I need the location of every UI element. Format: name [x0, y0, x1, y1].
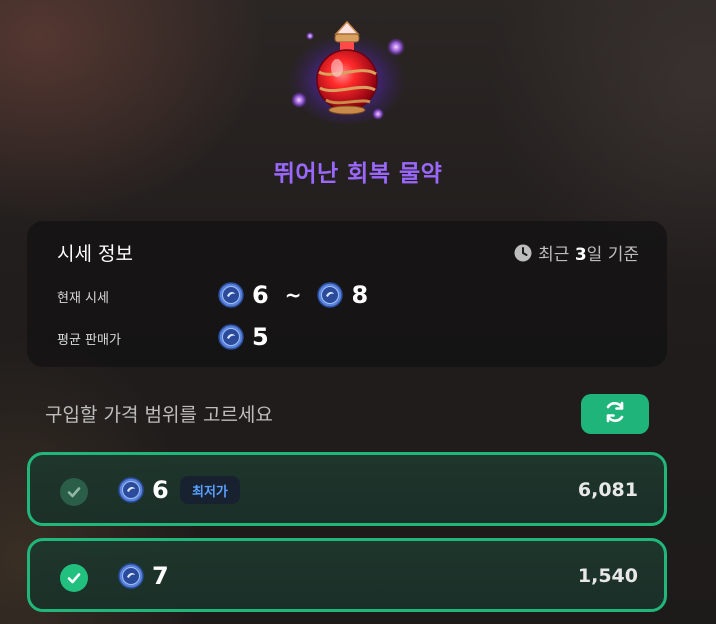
basis-suffix: 일 기준: [586, 245, 639, 265]
option-price: 7: [152, 562, 169, 590]
red-potion-icon: [282, 14, 412, 124]
option-price: 6: [152, 476, 169, 504]
refresh-button[interactable]: [581, 394, 649, 434]
option-count: 6,081: [577, 479, 638, 501]
market-info-basis: 최근 3일 기준: [514, 240, 639, 265]
avg-price-label: 평균 판매가: [57, 333, 121, 348]
item-name: 뛰어난 회복 물약: [273, 161, 443, 187]
check-icon[interactable]: [60, 478, 88, 506]
current-price-label: 현재 시세: [57, 291, 109, 306]
basis-prefix: 최근: [538, 245, 575, 265]
basis-days: 3: [574, 245, 587, 265]
price-option-6[interactable]: 6 최저가 6,081: [27, 452, 667, 526]
current-price-range: 6 ~ 8: [218, 281, 368, 309]
blue-coin-icon: [218, 324, 244, 350]
clock-icon: [514, 244, 532, 262]
blue-coin-icon: [118, 477, 144, 503]
blue-coin-icon: [218, 282, 244, 308]
avg-price-value: 5: [252, 323, 269, 351]
option-count: 1,540: [577, 565, 638, 587]
avg-price-value-row: 5: [218, 323, 269, 351]
market-info-title: 시세 정보: [57, 243, 133, 265]
price-option-7[interactable]: 7 1,540: [27, 538, 667, 612]
range-separator: ~: [284, 283, 302, 307]
refresh-icon: [602, 399, 628, 429]
item-hero: [0, 0, 716, 150]
lowest-price-badge: 최저가: [180, 476, 240, 504]
price-range-prompt: 구입할 가격 범위를 고르세요: [45, 404, 273, 426]
market-info-card: 시세 정보 최근 3일 기준 현재 시세 6 ~ 8 평균 판매가 5: [27, 221, 667, 367]
blue-coin-icon: [118, 563, 144, 589]
blue-coin-icon: [317, 282, 344, 308]
check-icon[interactable]: [60, 564, 88, 592]
current-price-max: 8: [351, 281, 369, 309]
current-price-min: 6: [252, 281, 269, 309]
